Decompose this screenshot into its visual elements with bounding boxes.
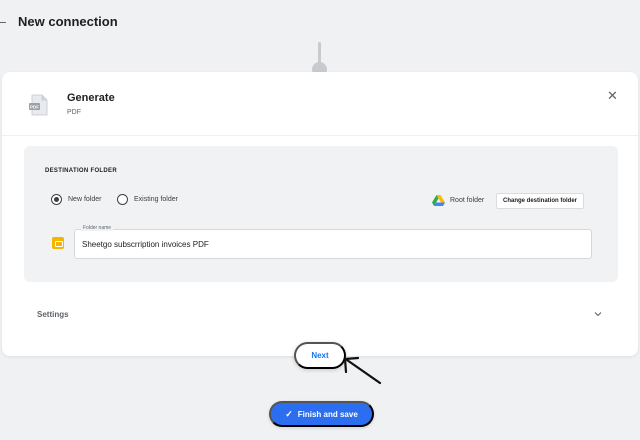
svg-text:PDF: PDF [30, 105, 39, 110]
step-title: Generate [67, 92, 115, 104]
finish-button-label: Finish and save [297, 409, 358, 419]
destination-folder-panel: DESTINATION FOLDER New folder Existing f… [24, 146, 618, 282]
settings-label: Settings [37, 310, 69, 319]
finish-and-save-button[interactable]: ✓ Finish and save [269, 401, 374, 427]
radio-label: New folder [68, 196, 102, 203]
card-header: PDF Generate PDF ✕ [2, 72, 638, 136]
pointer-arrow-icon [343, 356, 382, 385]
generate-step-card: PDF Generate PDF ✕ DESTINATION FOLDER Ne… [2, 72, 638, 356]
check-icon: ✓ [285, 408, 293, 419]
folder-icon [52, 237, 64, 249]
root-folder-label: Root folder [450, 197, 485, 204]
folder-name-input[interactable]: Sheetgo subscrription invoices PDF [82, 240, 209, 249]
settings-expander[interactable]: Settings [2, 300, 638, 328]
close-icon[interactable]: ✕ [607, 89, 618, 102]
radio-indicator[interactable] [51, 194, 62, 205]
next-button[interactable]: Next [294, 342, 346, 369]
existing-folder-radio[interactable]: Existing folder [117, 194, 178, 205]
chevron-down-icon[interactable] [594, 310, 602, 318]
folder-name-field[interactable]: Folder name Sheetgo subscrription invoic… [74, 225, 592, 259]
top-bar: ← New connection [0, 0, 640, 44]
step-subtitle: PDF [67, 109, 81, 116]
change-destination-folder-button[interactable]: Change destination folder [496, 193, 585, 209]
section-label: DESTINATION FOLDER [45, 168, 117, 174]
radio-label: Existing folder [134, 196, 178, 203]
arrow-left-icon[interactable]: ← [0, 13, 9, 29]
radio-indicator[interactable] [117, 194, 128, 205]
folder-name-label: Folder name [81, 225, 114, 231]
page-title: New connection [18, 14, 118, 29]
new-folder-radio[interactable]: New folder [51, 194, 101, 205]
google-drive-icon [432, 195, 445, 206]
pdf-file-icon: PDF [29, 94, 48, 116]
